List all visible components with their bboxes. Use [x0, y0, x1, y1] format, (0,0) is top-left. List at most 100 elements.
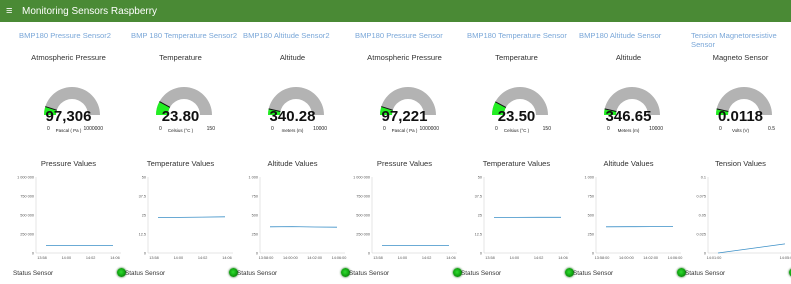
- y-tick-label: 1 000 000: [353, 175, 370, 179]
- x-tick-label: 14:02: [86, 256, 96, 260]
- y-tick-label: 0: [256, 251, 258, 255]
- chart-title: Temperature Values: [482, 159, 551, 168]
- y-tick-label: 37.5: [139, 194, 146, 198]
- sensor-column: BMP180 Pressure Sensor Atmospheric Pressu…: [349, 22, 463, 284]
- y-tick-label: 750: [252, 194, 258, 198]
- gauge-max: 0.5: [768, 126, 775, 132]
- y-tick-label: 250: [252, 232, 258, 236]
- hamburger-menu-icon[interactable]: ≡: [6, 5, 20, 17]
- y-tick-label: 750: [588, 194, 594, 198]
- x-tick-label: 14:02: [534, 256, 544, 260]
- x-tick-label: 14:06: [110, 256, 120, 260]
- y-tick-label: 0.05: [699, 213, 706, 217]
- y-tick-label: 500: [588, 213, 594, 217]
- sensor-tab[interactable]: BMP180 Pressure Sensor2: [19, 31, 127, 40]
- x-tick-label: 14:00: [510, 256, 520, 260]
- sensor-tab[interactable]: BMP180 Altitude Sensor2: [243, 31, 351, 40]
- gauge-title: Altitude: [615, 53, 642, 62]
- y-tick-label: 0: [704, 251, 706, 255]
- gauge-unit: Meters (m): [617, 128, 640, 133]
- chart-title: Pressure Values: [376, 159, 433, 168]
- series-line: [269, 226, 338, 228]
- x-tick-label: 14:02: [198, 256, 208, 260]
- y-tick-label: 750 000: [20, 194, 34, 198]
- sensor-column: BMP180 Pressure Sensor2 Atmospheric Press…: [13, 22, 127, 284]
- x-tick-label: 13:58: [149, 256, 159, 260]
- y-tick-label: 250: [588, 232, 594, 236]
- gauge-unit: Volts (V): [731, 128, 749, 133]
- gauge-unit: Celsius (°C ): [503, 128, 530, 133]
- y-tick-label: 0.075: [696, 194, 706, 198]
- y-tick-label: 50: [478, 175, 482, 179]
- x-tick-label: 14:06: [222, 256, 232, 260]
- x-tick-label: 14:01:00: [707, 256, 722, 260]
- y-tick-label: 0: [592, 251, 594, 255]
- x-tick-label: 14:05:00: [780, 256, 791, 260]
- x-tick-label: 13:58: [485, 256, 495, 260]
- y-tick-label: 250 000: [356, 232, 370, 236]
- series-line: [157, 216, 226, 218]
- status-label: Status Sensor: [573, 270, 614, 277]
- x-tick-label: 14:06:00: [668, 256, 683, 260]
- y-tick-label: 250 000: [20, 232, 34, 236]
- x-tick-label: 14:06:00: [332, 256, 347, 260]
- y-tick-label: 25: [142, 213, 146, 217]
- status-label: Status Sensor: [461, 270, 502, 277]
- line-chart: 1 000 000 750 000 500 000 250 000 013:58 14:0…: [353, 175, 457, 260]
- y-tick-label: 0: [144, 251, 146, 255]
- x-tick-label: 14:00:00: [619, 256, 634, 260]
- chart-title: Altitude Values: [603, 159, 654, 168]
- y-tick-label: 0.1: [701, 175, 706, 179]
- y-tick-label: 12.5: [475, 232, 482, 236]
- x-tick-label: 14:00: [62, 256, 72, 260]
- y-tick-label: 50: [142, 175, 146, 179]
- gauge-unit: meters (m): [281, 128, 304, 133]
- gauge-max: 150: [542, 126, 551, 132]
- line-chart: 50 37.5 25 12.5 013:58 14:00 14:02 14:06: [139, 175, 233, 260]
- x-tick-label: 14:06: [446, 256, 456, 260]
- x-tick-label: 14:00: [398, 256, 408, 260]
- status-label: Status Sensor: [237, 270, 278, 277]
- x-tick-label: 14:02:00: [643, 256, 658, 260]
- sensor-column: BMP180 Temperature Sensor Temperature 23.5…: [461, 22, 575, 284]
- y-tick-label: 500 000: [20, 213, 34, 217]
- line-chart: 0.1 0.075 0.05 0.025 014:01:00 14:05:00: [696, 175, 791, 260]
- gauge-value: 346.65: [605, 108, 652, 125]
- y-tick-label: 500: [252, 213, 258, 217]
- x-tick-label: 14:06: [558, 256, 568, 260]
- sensor-column: BMP 180 Temperature Sensor2 Temperature 23…: [125, 22, 239, 284]
- top-bar: ≡ Monitoring Sensors Raspberry: [0, 0, 791, 22]
- y-tick-label: 0: [368, 251, 370, 255]
- y-tick-label: 37.5: [475, 194, 482, 198]
- sensor-tab[interactable]: BMP180 Altitude Sensor: [579, 31, 687, 40]
- sensor-tab[interactable]: BMP 180 Temperature Sensor2: [131, 31, 239, 40]
- x-tick-label: 13:58: [373, 256, 383, 260]
- sensor-column: Tension Magnetoresistive Sensor Magneto S…: [685, 22, 791, 284]
- sensor-tab[interactable]: Tension Magnetoresistive Sensor: [691, 31, 791, 49]
- x-tick-label: 14:00:00: [283, 256, 298, 260]
- gauge-max: 1000000: [419, 126, 439, 132]
- gauge-title: Altitude: [279, 53, 306, 62]
- status-label: Status Sensor: [13, 270, 54, 277]
- x-tick-label: 13:58:00: [595, 256, 610, 260]
- gauge-value: 97,221: [381, 108, 428, 125]
- sensor-column: BMP180 Altitude Sensor Altitude 346.65 0 Met…: [573, 22, 687, 284]
- x-tick-label: 13:58:00: [259, 256, 274, 260]
- chart-title: Tension Values: [715, 159, 766, 168]
- gauge-title: Atmospheric Pressure: [31, 53, 106, 62]
- chart-title: Altitude Values: [267, 159, 318, 168]
- gauge-value: 340.28: [269, 108, 316, 125]
- y-tick-label: 500 000: [356, 213, 370, 217]
- gauge-value: 23.80: [161, 108, 200, 125]
- line-chart: 1 000 750 500 250 013:58:00 14:00:00 14:02:00 1…: [248, 175, 347, 260]
- y-tick-label: 1 000: [584, 175, 594, 179]
- gauge-unit: Celsius (°C ): [167, 128, 194, 133]
- sensor-tab[interactable]: BMP180 Temperature Sensor: [467, 31, 575, 40]
- y-tick-label: 750 000: [356, 194, 370, 198]
- series-line: [717, 243, 786, 254]
- gauge-title: Atmospheric Pressure: [367, 53, 442, 62]
- gauge-title: Temperature: [159, 53, 202, 62]
- gauge-max: 10000: [649, 126, 663, 132]
- gauge-max: 10000: [313, 126, 327, 132]
- sensor-tab[interactable]: BMP180 Pressure Sensor: [355, 31, 463, 40]
